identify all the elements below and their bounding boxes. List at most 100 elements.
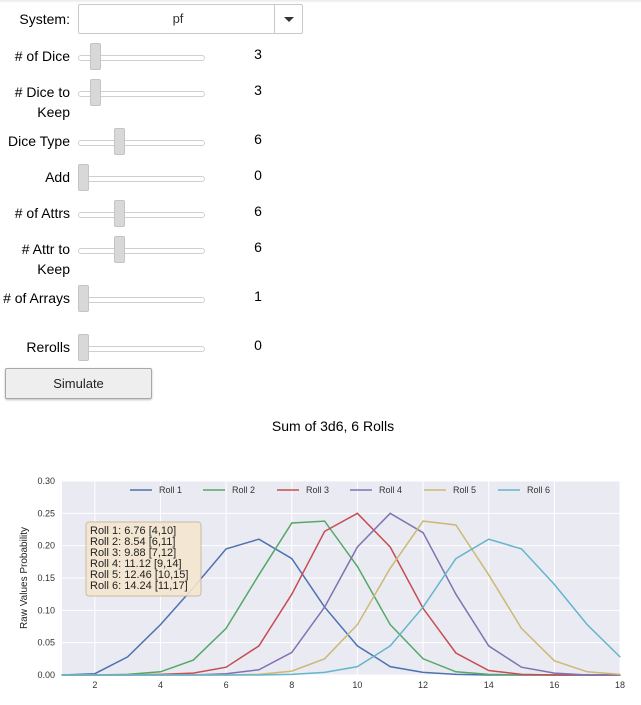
data-point [422, 671, 424, 674]
y-tick-label: 0.10 [37, 605, 55, 615]
add-slider-handle[interactable] [78, 164, 89, 191]
probability-chart: Sum of 3d6, 6 Rolls 2 4 6 8 10 12 14 16 18 0.00 0.0… [19, 418, 625, 690]
x-tick-label: 4 [158, 680, 163, 690]
data-point [553, 674, 555, 676]
add-slider[interactable] [78, 176, 205, 182]
data-point [488, 645, 490, 647]
data-point [520, 627, 523, 630]
data-point [553, 672, 555, 674]
arrays-slider[interactable] [78, 297, 205, 303]
data-point [389, 665, 391, 668]
data-point [586, 671, 588, 673]
dice-count-slider-handle[interactable] [89, 43, 101, 70]
data-point [192, 672, 194, 674]
data-point [61, 674, 63, 676]
data-point [488, 574, 490, 576]
data-point [488, 669, 490, 672]
y-tick-label: 0.00 [37, 670, 55, 680]
data-point [520, 673, 523, 675]
data-point [619, 656, 621, 658]
data-point [258, 645, 260, 647]
chevron-down-icon [284, 17, 294, 22]
rerolls-slider[interactable] [78, 346, 205, 352]
arrays-label: # of Arrays [3, 290, 70, 306]
x-tick-label: 14 [484, 680, 494, 690]
data-point [422, 520, 424, 522]
rerolls-value: 0 [254, 337, 262, 353]
system-select-value: pf [172, 11, 184, 26]
dice-type-slider[interactable] [78, 140, 205, 146]
data-point [159, 674, 162, 676]
data-point [225, 666, 227, 668]
attrs-count-label: # of Attrs [14, 205, 70, 221]
data-point [455, 652, 457, 654]
dice-count-label: # of Dice [14, 48, 70, 64]
data-point [192, 674, 194, 676]
dice-keep-slider-handle[interactable] [89, 79, 101, 106]
data-point [455, 593, 457, 595]
data-point [323, 530, 326, 533]
data-point [619, 673, 621, 675]
data-point [323, 606, 326, 608]
data-point [225, 627, 227, 630]
dice-keep-label: # Dice to Keep [14, 84, 70, 120]
data-point [455, 524, 457, 526]
data-point [159, 671, 162, 673]
data-point [488, 673, 490, 675]
data-point [520, 666, 523, 668]
data-point [291, 673, 293, 675]
system-select[interactable]: pf [78, 4, 303, 34]
y-tick-label: 0.15 [37, 573, 55, 583]
x-tick-label: 2 [92, 680, 97, 690]
data-point [291, 670, 293, 672]
attrs-keep-label: # Attr to Keep [21, 241, 70, 277]
attrs-keep-slider-handle[interactable] [113, 236, 125, 263]
data-point [586, 674, 588, 676]
data-point [258, 669, 260, 671]
annotation-line: Roll 6: 14.24 [11,17] [90, 580, 188, 592]
data-point [455, 671, 457, 673]
y-tick-label: 0.25 [37, 508, 55, 518]
data-point [258, 674, 260, 676]
data-point [356, 512, 359, 514]
dice-type-slider-handle[interactable] [113, 128, 125, 155]
arrays-slider-handle[interactable] [78, 285, 89, 312]
data-point [356, 623, 359, 626]
data-point [94, 673, 96, 675]
data-point [258, 538, 260, 540]
data-point [127, 656, 129, 658]
data-point [94, 674, 96, 676]
x-tick-label: 12 [418, 680, 428, 690]
system-label: System: [19, 11, 70, 27]
data-point [389, 567, 391, 569]
legend-label: Roll 1 [159, 485, 182, 495]
legend-label: Roll 4 [379, 485, 402, 495]
rerolls-slider-handle[interactable] [78, 334, 89, 361]
data-point [356, 645, 359, 647]
y-tick-label: 0.30 [37, 476, 55, 486]
data-point [422, 532, 424, 534]
data-point [389, 623, 391, 626]
attrs-count-slider[interactable] [78, 212, 205, 218]
attrs-count-slider-handle[interactable] [113, 200, 125, 227]
attrs-keep-slider[interactable] [78, 248, 205, 254]
data-point [422, 658, 424, 660]
y-axis-label: Raw Values Probability [19, 527, 30, 629]
simulate-button[interactable]: Simulate [5, 368, 152, 399]
top-shadow [0, 0, 641, 3]
data-point [258, 574, 260, 576]
x-tick-label: 18 [615, 680, 625, 690]
y-tick-label: 0.05 [37, 638, 55, 648]
data-point [488, 538, 490, 540]
data-point [323, 671, 326, 674]
data-point [455, 673, 457, 675]
data-point [291, 593, 293, 595]
data-point [356, 546, 359, 548]
legend-label: Roll 3 [306, 485, 329, 495]
system-dropdown-button[interactable] [274, 5, 302, 33]
data-point [389, 645, 391, 647]
data-point [553, 660, 555, 662]
y-tick-label: 0.20 [37, 541, 55, 551]
data-point [291, 651, 293, 653]
data-point [225, 673, 227, 675]
